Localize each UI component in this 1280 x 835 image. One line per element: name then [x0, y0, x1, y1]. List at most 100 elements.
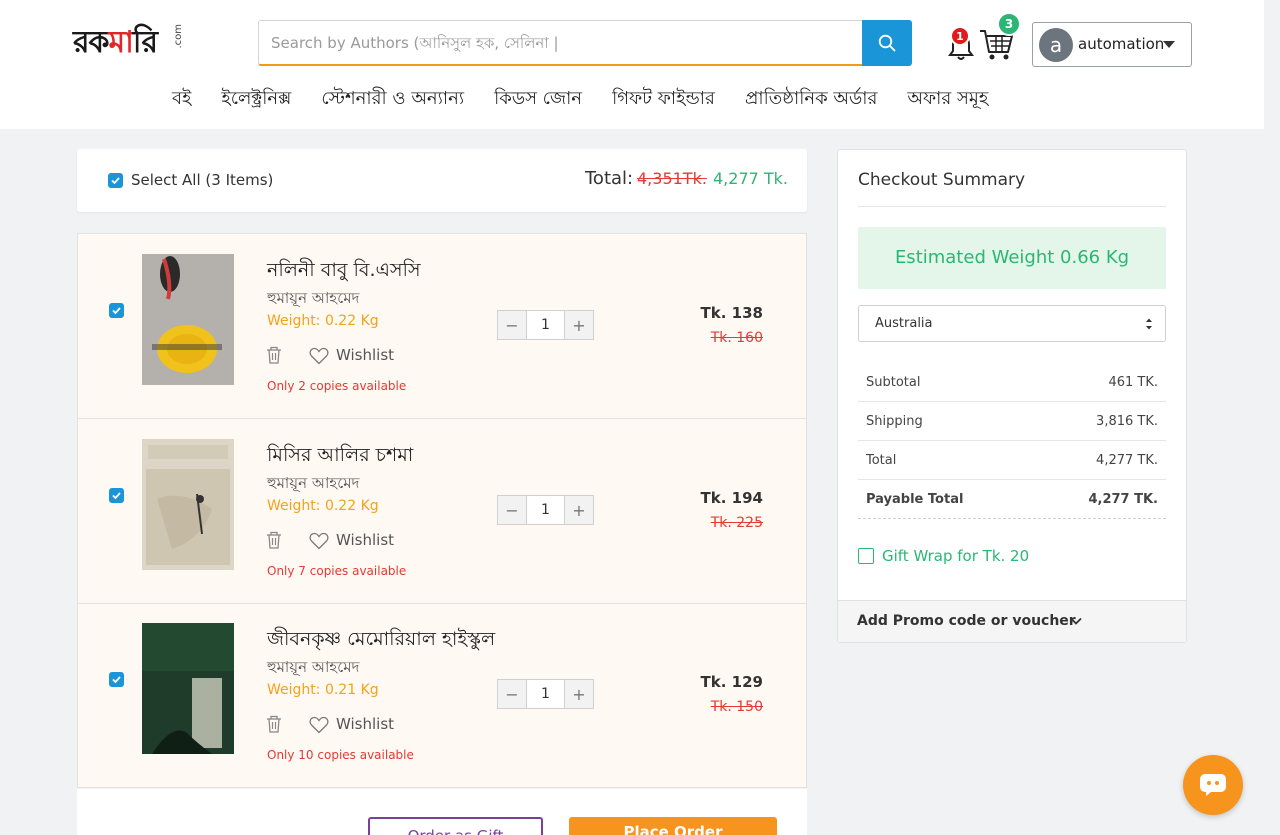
- search-bar: [258, 20, 912, 66]
- cart-item: মিসির আলির চশমা হুমায়ূন আহমেদ Weight: 0…: [78, 419, 806, 604]
- stock-notice: Only 7 copies available: [267, 564, 407, 578]
- decrement-button[interactable]: −: [498, 680, 526, 708]
- cart-item: জীবনকৃষ্ণ মেমোরিয়াল হাইস্কুল হুমায়ূন আ…: [78, 603, 806, 788]
- increment-button[interactable]: +: [565, 311, 593, 339]
- cart-total-price: 4,277 Tk.: [713, 169, 789, 188]
- item-price: Tk. 194: [700, 489, 763, 507]
- order-as-gift-button[interactable]: Order as Gift: [368, 817, 543, 835]
- stock-notice: Only 10 copies available: [267, 748, 414, 762]
- search-icon: [878, 34, 896, 52]
- item-author[interactable]: হুমায়ূন আহমেদ: [267, 287, 359, 312]
- increment-button[interactable]: +: [565, 680, 593, 708]
- row-value: 461 TK.: [1108, 374, 1158, 390]
- caret-down-icon: [1163, 41, 1175, 48]
- item-title[interactable]: জীবনকৃষ্ণ মেমোরিয়াল হাইস্কুল: [267, 625, 495, 657]
- nav-item-stationery[interactable]: স্টেশনারী ও অন্যান্য: [321, 86, 464, 114]
- search-input[interactable]: [258, 20, 863, 66]
- promo-code-toggle[interactable]: Add Promo code or voucher: [838, 600, 1186, 642]
- nav-item-books[interactable]: বই: [172, 86, 191, 114]
- heart-icon[interactable]: [309, 532, 329, 550]
- check-icon: [112, 676, 121, 684]
- quantity-stepper: − 1 +: [497, 495, 594, 525]
- summary-title: Checkout Summary: [858, 170, 1026, 190]
- heart-icon[interactable]: [309, 716, 329, 734]
- book-cover[interactable]: [142, 623, 234, 754]
- item-weight: Weight: 0.22 Kg: [267, 498, 379, 514]
- chat-widget-button[interactable]: [1183, 755, 1243, 815]
- item-author[interactable]: হুমায়ূন আহমেদ: [267, 656, 359, 681]
- estimated-weight: Estimated Weight 0.66 Kg: [858, 227, 1166, 289]
- item-price: Tk. 129: [700, 673, 763, 691]
- select-all-label[interactable]: Select All (3 Items): [131, 171, 273, 189]
- decrement-button[interactable]: −: [498, 311, 526, 339]
- item-title[interactable]: মিসির আলির চশমা: [267, 441, 413, 473]
- item-old-price: Tk. 225: [710, 515, 763, 531]
- trash-icon[interactable]: [266, 346, 282, 364]
- row-label: Total: [866, 452, 897, 468]
- nav-item-electronics[interactable]: ইলেক্ট্রনিক্স: [221, 86, 291, 114]
- user-name: automation: [1078, 35, 1165, 53]
- row-label: Subtotal: [866, 374, 921, 390]
- user-menu[interactable]: a automation: [1032, 22, 1192, 67]
- country-select[interactable]: Australia: [858, 305, 1166, 342]
- trash-icon[interactable]: [266, 715, 282, 733]
- search-button[interactable]: [862, 20, 912, 66]
- item-old-price: Tk. 150: [710, 699, 763, 715]
- nav-item-institutional-order[interactable]: প্রাতিষ্ঠানিক অর্ডার: [745, 86, 877, 114]
- trash-icon[interactable]: [266, 531, 282, 549]
- heart-icon[interactable]: [309, 347, 329, 365]
- quantity-value[interactable]: 1: [526, 496, 565, 524]
- cart-total-old-price: 4,351Tk.: [637, 169, 707, 188]
- nav-item-offers[interactable]: অফার সমূহ: [907, 86, 988, 114]
- shipping-row: Shipping 3,816 TK.: [858, 402, 1166, 441]
- gift-wrap-checkbox[interactable]: [858, 548, 874, 564]
- wishlist-button[interactable]: Wishlist: [336, 715, 394, 733]
- chat-icon: [1200, 774, 1226, 796]
- row-value: 4,277 TK.: [1096, 452, 1158, 468]
- increment-button[interactable]: +: [565, 496, 593, 524]
- item-weight: Weight: 0.22 Kg: [267, 313, 379, 329]
- item-title[interactable]: নলিনী বাবু বি.এসসি: [267, 256, 421, 288]
- page-scrollbar[interactable]: [1264, 0, 1280, 835]
- quantity-stepper: − 1 +: [497, 679, 594, 709]
- rokomari-logo[interactable]: রকমারি .com: [73, 22, 184, 64]
- place-order-button[interactable]: Place Order: [569, 817, 777, 835]
- cart-item: নলিনী বাবু বি.এসসি হুমায়ূন আহমেদ Weight…: [78, 234, 806, 419]
- select-all-bar: Select All (3 Items) Total: 4,351Tk. 4,2…: [77, 149, 807, 212]
- row-value: 3,816 TK.: [1096, 413, 1158, 429]
- total-row: Total 4,277 TK.: [858, 441, 1166, 480]
- select-all-checkbox[interactable]: [108, 173, 123, 188]
- promo-label[interactable]: Add Promo code or voucher: [857, 613, 1076, 629]
- checkout-summary: Checkout Summary Estimated Weight 0.66 K…: [837, 149, 1187, 643]
- quantity-stepper: − 1 +: [497, 310, 594, 340]
- cart-total-label: Total:: [585, 168, 634, 189]
- quantity-value[interactable]: 1: [526, 680, 565, 708]
- gift-wrap-option[interactable]: Gift Wrap for Tk. 20: [858, 547, 1029, 565]
- gift-wrap-label[interactable]: Gift Wrap for Tk. 20: [882, 547, 1029, 565]
- item-weight: Weight: 0.21 Kg: [267, 682, 379, 698]
- check-icon: [111, 177, 120, 185]
- payable-total-row: Payable Total 4,277 TK.: [858, 480, 1166, 519]
- cart-count-badge: 3: [997, 12, 1021, 36]
- item-checkbox[interactable]: [109, 303, 124, 318]
- notification-badge: 1: [950, 26, 970, 46]
- item-checkbox[interactable]: [109, 488, 124, 503]
- wishlist-button[interactable]: Wishlist: [336, 346, 394, 364]
- nav-item-gift-finder[interactable]: গিফট ফাইন্ডার: [612, 86, 715, 114]
- check-icon: [112, 492, 121, 500]
- site-header: রকমারি .com 1 3 a automation বই ইলেক্ট্র…: [0, 0, 1264, 129]
- decrement-button[interactable]: −: [498, 496, 526, 524]
- select-arrows-icon: [1146, 318, 1152, 330]
- book-cover[interactable]: [142, 439, 234, 570]
- wishlist-button[interactable]: Wishlist: [336, 531, 394, 549]
- quantity-value[interactable]: 1: [526, 311, 565, 339]
- subtotal-row: Subtotal 461 TK.: [858, 363, 1166, 402]
- book-cover[interactable]: [142, 254, 234, 385]
- item-author[interactable]: হুমায়ূন আহমেদ: [267, 472, 359, 497]
- nav-item-kids-zone[interactable]: কিডস জোন: [494, 86, 582, 114]
- item-checkbox[interactable]: [109, 672, 124, 687]
- item-price: Tk. 138: [700, 304, 763, 322]
- price-breakdown: Subtotal 461 TK. Shipping 3,816 TK. Tota…: [858, 363, 1166, 519]
- row-label: Shipping: [866, 413, 923, 429]
- row-label: Payable Total: [866, 491, 964, 507]
